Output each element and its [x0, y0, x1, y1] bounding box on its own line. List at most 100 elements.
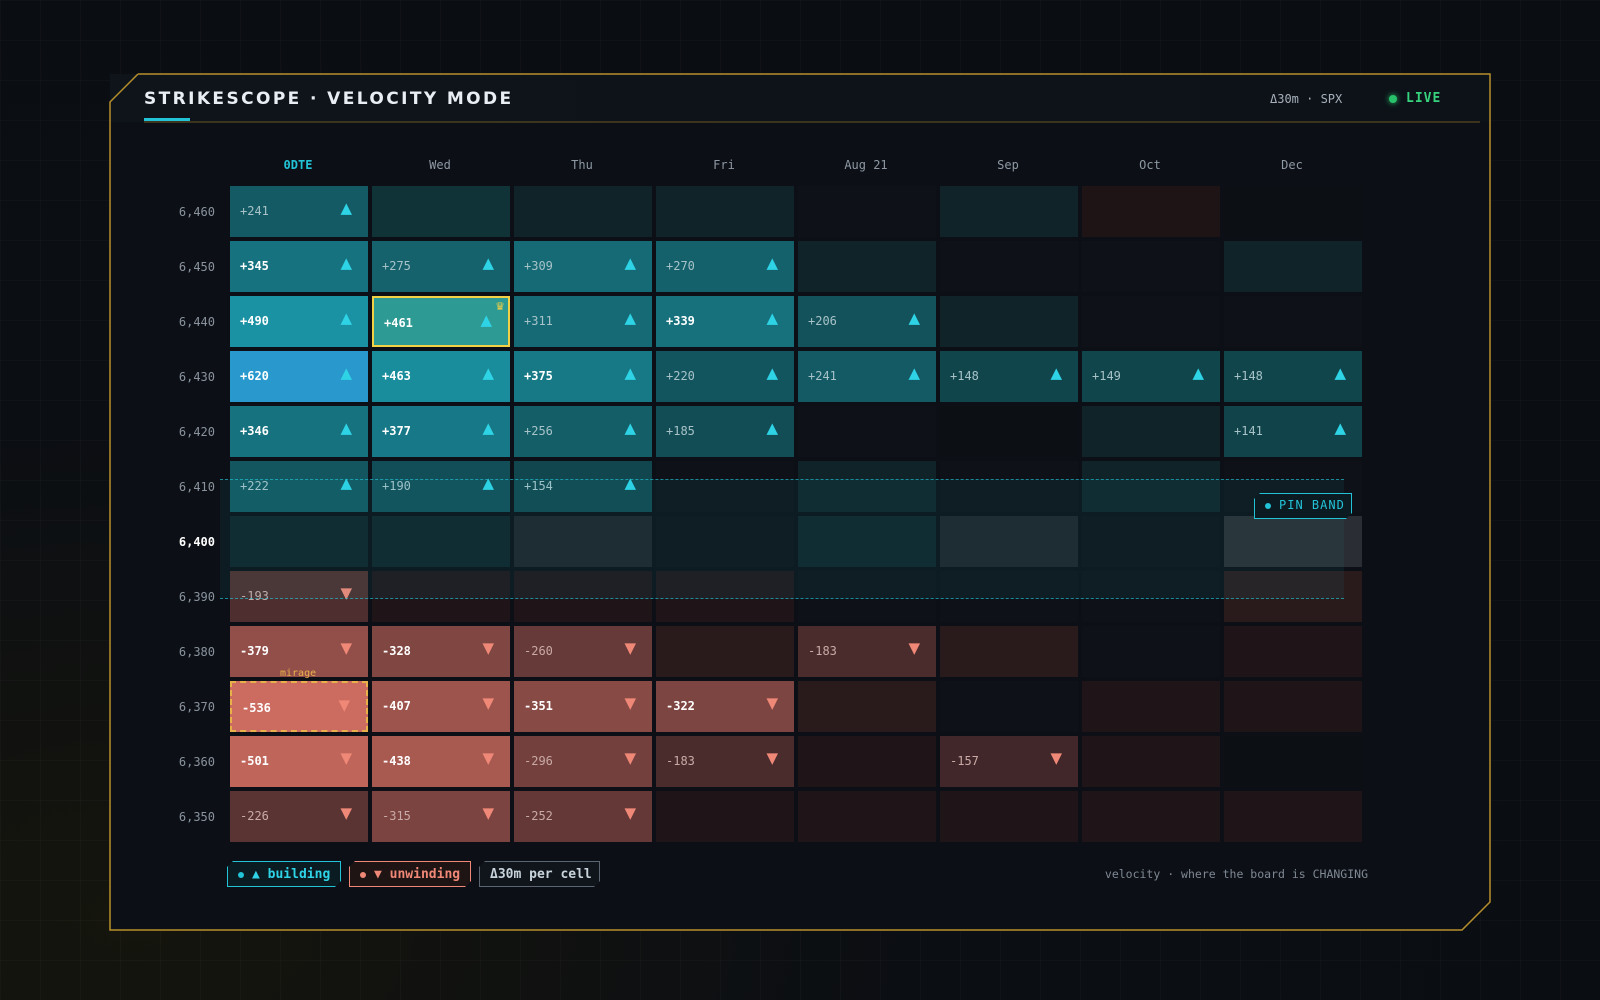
heatmap-cell[interactable]	[940, 571, 1078, 622]
heatmap-cell[interactable]	[1082, 571, 1220, 622]
heatmap-cell[interactable]	[1082, 406, 1220, 457]
heatmap-cell[interactable]	[1224, 571, 1362, 622]
heatmap-cell[interactable]: -252 ▼	[514, 791, 652, 842]
heatmap-cell[interactable]: -315 ▼	[372, 791, 510, 842]
heatmap-cell[interactable]	[798, 681, 936, 732]
heatmap-cell[interactable]	[1082, 241, 1220, 292]
heatmap-cell[interactable]: -260 ▼	[514, 626, 652, 677]
heatmap-cell[interactable]: +375 ▲	[514, 351, 652, 402]
heatmap-cell[interactable]: +154 ▲	[514, 461, 652, 512]
heatmap-cell[interactable]: -322 ▼	[656, 681, 794, 732]
heatmap-cell[interactable]: +377 ▲	[372, 406, 510, 457]
heatmap-cell[interactable]	[514, 571, 652, 622]
heatmap-cell[interactable]	[1082, 516, 1220, 567]
heatmap-cell[interactable]: +241 ▲	[798, 351, 936, 402]
heatmap-cell[interactable]: -328 ▼	[372, 626, 510, 677]
column-header-fri[interactable]: Fri	[656, 158, 792, 172]
heatmap-cell[interactable]	[1082, 791, 1220, 842]
live-status[interactable]: LIVE	[1406, 91, 1441, 106]
heatmap-cell[interactable]: -536 ▼	[230, 681, 368, 732]
heatmap-cell[interactable]: +241 ▲	[230, 186, 368, 237]
heatmap-cell[interactable]: +148 ▲	[1224, 351, 1362, 402]
heatmap-cell[interactable]	[940, 516, 1078, 567]
heatmap-cell[interactable]	[656, 571, 794, 622]
legend-per-cell[interactable]: Δ30m per cell	[479, 861, 600, 887]
column-header-aug-21[interactable]: Aug 21	[798, 158, 934, 172]
heatmap-cell[interactable]: +141 ▲	[1224, 406, 1362, 457]
heatmap-cell[interactable]	[940, 681, 1078, 732]
heatmap-cell[interactable]	[798, 571, 936, 622]
heatmap-cell[interactable]	[798, 461, 936, 512]
heatmap-cell[interactable]	[940, 461, 1078, 512]
heatmap-cell[interactable]	[656, 626, 794, 677]
heatmap-cell[interactable]: -193 ▼	[230, 571, 368, 622]
heatmap-cell[interactable]: +185 ▲	[656, 406, 794, 457]
heatmap-cell[interactable]	[1224, 296, 1362, 347]
heatmap-cell[interactable]	[940, 406, 1078, 457]
heatmap-cell[interactable]: +346 ▲	[230, 406, 368, 457]
heatmap-cell[interactable]	[656, 461, 794, 512]
heatmap-cell[interactable]: +275 ▲	[372, 241, 510, 292]
heatmap-cell[interactable]	[1224, 241, 1362, 292]
column-header-wed[interactable]: Wed	[372, 158, 508, 172]
heatmap-cell[interactable]: -183 ▼	[656, 736, 794, 787]
heatmap-cell[interactable]: -296 ▼	[514, 736, 652, 787]
heatmap-cell[interactable]: +311 ▲	[514, 296, 652, 347]
column-header-thu[interactable]: Thu	[514, 158, 650, 172]
heatmap-cell[interactable]	[798, 516, 936, 567]
heatmap-cell[interactable]: +490 ▲	[230, 296, 368, 347]
heatmap-cell[interactable]	[656, 516, 794, 567]
heatmap-cell[interactable]	[1224, 516, 1362, 567]
heatmap-cell[interactable]: +149 ▲	[1082, 351, 1220, 402]
heatmap-cell[interactable]	[798, 241, 936, 292]
heatmap-cell[interactable]	[1224, 791, 1362, 842]
heatmap-cell[interactable]	[798, 406, 936, 457]
heatmap-cell[interactable]	[514, 516, 652, 567]
heatmap-cell[interactable]: +339 ▲	[656, 296, 794, 347]
heatmap-cell[interactable]: +256 ▲	[514, 406, 652, 457]
heatmap-cell[interactable]: +463 ▲	[372, 351, 510, 402]
heatmap-cell[interactable]: +345 ▲	[230, 241, 368, 292]
heatmap-cell[interactable]: -351 ▼	[514, 681, 652, 732]
heatmap-cell[interactable]	[1224, 186, 1362, 237]
heatmap-cell[interactable]	[372, 186, 510, 237]
heatmap-cell[interactable]	[1082, 296, 1220, 347]
legend-building[interactable]: ▲ building	[227, 861, 341, 887]
heatmap-cell[interactable]	[1082, 681, 1220, 732]
heatmap-cell[interactable]: +461 ▲ ♛	[372, 296, 510, 347]
heatmap-cell[interactable]	[940, 186, 1078, 237]
heatmap-cell[interactable]	[1082, 461, 1220, 512]
legend-unwinding[interactable]: ▼ unwinding	[349, 861, 471, 887]
heatmap-cell[interactable]	[372, 571, 510, 622]
heatmap-cell[interactable]	[940, 296, 1078, 347]
heatmap-cell[interactable]: -226 ▼	[230, 791, 368, 842]
heatmap-cell[interactable]: +190 ▲	[372, 461, 510, 512]
heatmap-cell[interactable]: -438 ▼	[372, 736, 510, 787]
heatmap-cell[interactable]	[940, 626, 1078, 677]
heatmap-cell[interactable]	[1082, 186, 1220, 237]
heatmap-cell[interactable]: +222 ▲	[230, 461, 368, 512]
heatmap-cell[interactable]	[798, 791, 936, 842]
heatmap-cell[interactable]	[1224, 626, 1362, 677]
pin-band-badge[interactable]: PIN BAND	[1254, 493, 1352, 519]
heatmap-cell[interactable]: -183 ▼	[798, 626, 936, 677]
column-header-oct[interactable]: Oct	[1082, 158, 1218, 172]
heatmap-cell[interactable]	[230, 516, 368, 567]
heatmap-cell[interactable]: +148 ▲	[940, 351, 1078, 402]
heatmap-cell[interactable]	[656, 186, 794, 237]
heatmap-cell[interactable]	[940, 791, 1078, 842]
heatmap-cell[interactable]	[1082, 736, 1220, 787]
heatmap-cell[interactable]: -501 ▼	[230, 736, 368, 787]
heatmap-cell[interactable]	[514, 186, 652, 237]
column-header-sep[interactable]: Sep	[940, 158, 1076, 172]
heatmap-cell[interactable]: +206 ▲	[798, 296, 936, 347]
heatmap-cell[interactable]	[1224, 736, 1362, 787]
column-header-0dte[interactable]: 0DTE	[230, 158, 366, 172]
heatmap-cell[interactable]: +220 ▲	[656, 351, 794, 402]
heatmap-cell[interactable]: +270 ▲	[656, 241, 794, 292]
heatmap-cell[interactable]	[798, 736, 936, 787]
heatmap-cell[interactable]	[798, 186, 936, 237]
heatmap-cell[interactable]: -407 ▼	[372, 681, 510, 732]
column-header-dec[interactable]: Dec	[1224, 158, 1360, 172]
heatmap-cell[interactable]	[1082, 626, 1220, 677]
